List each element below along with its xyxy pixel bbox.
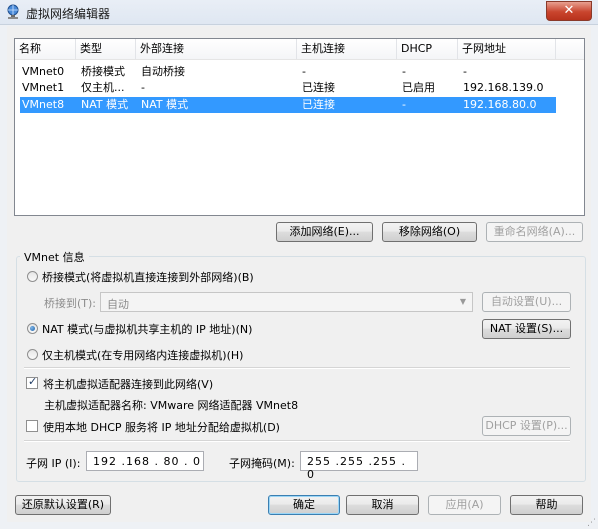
remove-network-button[interactable]: 移除网络(O)	[382, 222, 477, 242]
cell-subnet: 192.168.80.0	[463, 98, 537, 111]
cell-external: -	[141, 81, 145, 94]
network-globe-icon	[7, 4, 19, 19]
bridge-to-value: 自动	[107, 298, 129, 311]
host-only-label[interactable]: 仅主机模式(在专用网络内连接虚拟机)(H)	[42, 347, 243, 363]
virtual-network-editor-window: 虚拟网络编辑器 ✕ 名称 类型 外部连接 主机连接 DHCP 子网地址 VMne…	[0, 0, 598, 529]
cell-type: NAT 模式	[81, 98, 129, 111]
use-dhcp-checkbox[interactable]	[26, 420, 38, 432]
chevron-down-icon: ▼	[459, 297, 467, 306]
bridge-mode-label[interactable]: 桥接模式(将虚拟机直接连接到外部网络)(B)	[42, 269, 254, 285]
connect-adapter-label[interactable]: 将主机虚拟适配器连接到此网络(V)	[43, 376, 213, 392]
table-row-selected[interactable]: VMnet8 NAT 模式 NAT 模式 已连接 - 192.168.80.0	[20, 97, 556, 113]
table-row[interactable]: VMnet0 桥接模式 自动桥接 - - -	[20, 64, 556, 80]
adapter-name-text: 主机虚拟适配器名称: VMware 网络适配器 VMnet8	[44, 399, 299, 412]
auto-settings-button[interactable]: 自动设置(U)...	[482, 292, 571, 312]
title-bar: 虚拟网络编辑器 ✕	[0, 0, 598, 25]
cell-host: 已连接	[302, 81, 335, 94]
cell-subnet: 192.168.139.0	[463, 81, 544, 94]
cell-dhcp: -	[402, 65, 406, 78]
cell-type: 仅主机...	[81, 81, 125, 94]
ok-button[interactable]: 确定	[268, 495, 340, 515]
resize-grip-icon[interactable]: ⋰	[587, 518, 597, 528]
cell-type: 桥接模式	[81, 65, 125, 78]
restore-defaults-button[interactable]: 还原默认设置(R)	[15, 495, 111, 515]
col-header-subnet[interactable]: 子网地址	[458, 39, 556, 59]
col-header-external[interactable]: 外部连接	[136, 39, 297, 59]
subnet-ip-value: 192 .168 . 80 . 0	[93, 455, 201, 468]
subnet-mask-label: 子网掩码(M):	[229, 457, 295, 470]
add-network-button[interactable]: 添加网络(E)...	[276, 222, 373, 242]
nat-settings-button[interactable]: NAT 设置(S)...	[482, 319, 571, 339]
divider	[24, 440, 570, 442]
divider	[24, 367, 570, 369]
cell-host: -	[302, 65, 306, 78]
vmnet-info-group	[16, 256, 586, 482]
nat-mode-label[interactable]: NAT 模式(与虚拟机共享主机的 IP 地址)(N)	[42, 321, 252, 337]
dhcp-settings-button[interactable]: DHCP 设置(P)...	[482, 416, 571, 436]
close-button[interactable]: ✕	[546, 1, 592, 21]
help-button[interactable]: 帮助	[510, 495, 583, 515]
cell-host: 已连接	[302, 98, 335, 111]
subnet-mask-value: 255 .255 .255 . 0	[307, 455, 406, 481]
cell-external: NAT 模式	[141, 98, 189, 111]
vmnet-info-title: VMnet 信息	[20, 249, 89, 265]
col-header-type[interactable]: 类型	[76, 39, 136, 59]
subnet-mask-field[interactable]: 255 .255 .255 . 0	[300, 451, 418, 481]
col-header-name[interactable]: 名称	[15, 39, 76, 59]
col-header-dhcp[interactable]: DHCP	[397, 39, 458, 59]
window-title: 虚拟网络编辑器	[26, 7, 111, 21]
bridge-mode-radio[interactable]	[27, 271, 38, 282]
cell-dhcp: -	[402, 98, 406, 111]
host-only-radio[interactable]	[27, 349, 38, 360]
cell-dhcp: 已启用	[402, 81, 435, 94]
network-list[interactable]: 名称 类型 外部连接 主机连接 DHCP 子网地址 VMnet0 桥接模式 自动…	[14, 38, 585, 216]
table-row[interactable]: VMnet1 仅主机... - 已连接 已启用 192.168.139.0	[20, 80, 556, 96]
col-header-host[interactable]: 主机连接	[297, 39, 397, 59]
connect-adapter-checkbox[interactable]	[26, 375, 38, 389]
cell-name: VMnet8	[22, 98, 65, 111]
bridge-to-select[interactable]: 自动 ▼	[100, 292, 473, 312]
list-header: 名称 类型 外部连接 主机连接 DHCP 子网地址	[15, 39, 584, 60]
cancel-button[interactable]: 取消	[346, 495, 419, 515]
use-dhcp-label[interactable]: 使用本地 DHCP 服务将 IP 地址分配给虚拟机(D)	[43, 419, 280, 435]
cell-name: VMnet1	[22, 81, 65, 94]
subnet-ip-label: 子网 IP (I):	[26, 457, 81, 470]
subnet-ip-field[interactable]: 192 .168 . 80 . 0	[86, 451, 204, 471]
rename-network-button[interactable]: 重命名网络(A)...	[486, 222, 583, 242]
bridge-to-label: 桥接到(T):	[44, 297, 97, 310]
cell-name: VMnet0	[22, 65, 65, 78]
nat-mode-radio[interactable]	[27, 323, 38, 334]
cell-subnet: -	[463, 65, 467, 78]
cell-external: 自动桥接	[141, 65, 185, 78]
apply-button[interactable]: 应用(A)	[428, 495, 501, 515]
